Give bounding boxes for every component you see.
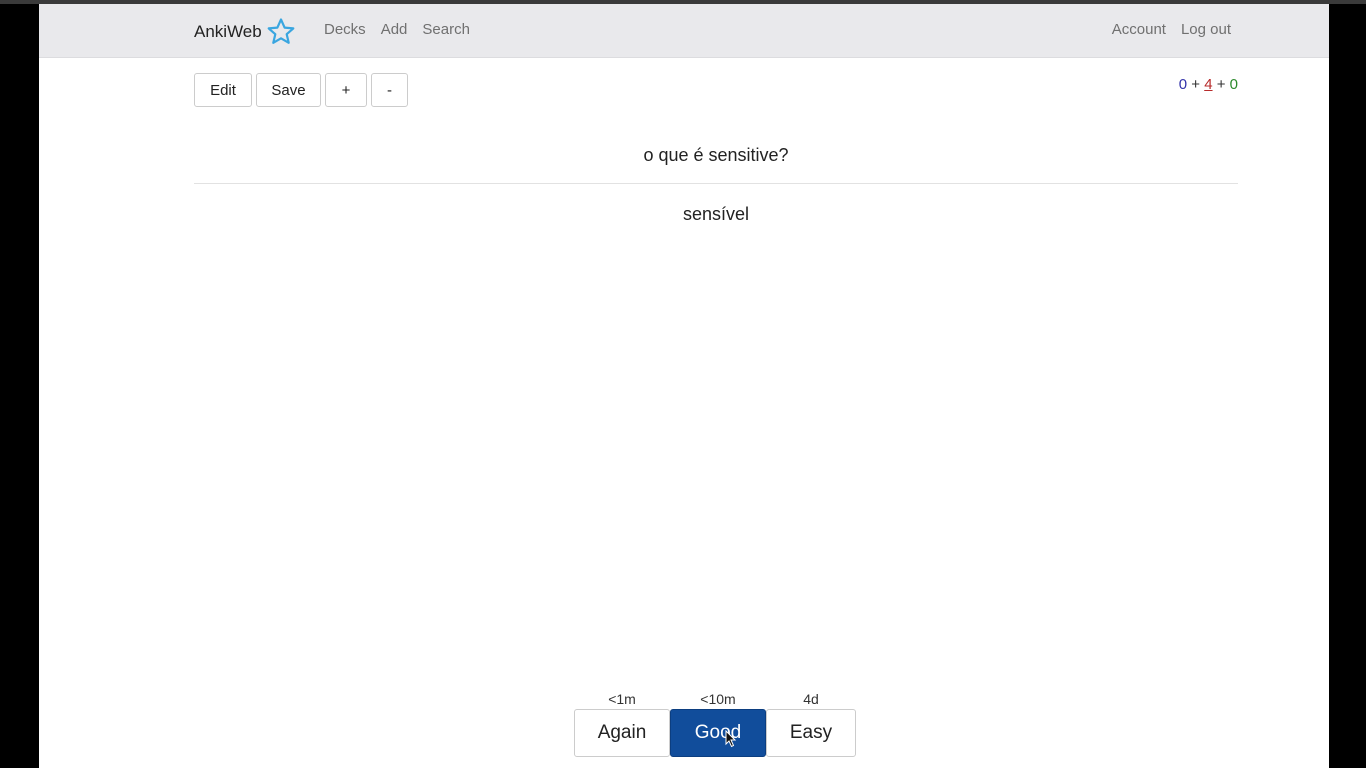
answer-divider xyxy=(194,183,1238,184)
again-button[interactable]: Again xyxy=(574,709,670,757)
learning-count: 4 xyxy=(1204,76,1213,93)
nav-decks[interactable]: Decks xyxy=(324,21,366,38)
ankiweb-page: AnkiWeb Decks Add Search Account Log out… xyxy=(39,4,1329,768)
star-icon xyxy=(266,17,296,47)
nav-logout[interactable]: Log out xyxy=(1181,21,1231,38)
easy-button[interactable]: Easy xyxy=(766,709,856,757)
count-separator: + xyxy=(1191,76,1201,93)
again-interval: <1m xyxy=(608,691,636,707)
card-answer: sensível xyxy=(682,204,750,224)
ease-easy-group: 4d Easy xyxy=(766,690,856,757)
card-question: o que é sensitive? xyxy=(643,145,789,165)
zoom-in-button[interactable]: + xyxy=(325,73,367,107)
ease-good-group: <10m Good xyxy=(670,690,766,757)
count-separator: + xyxy=(1216,76,1226,93)
card-toolbar: Edit Save + - xyxy=(194,73,408,107)
ease-again-group: <1m Again xyxy=(574,690,670,757)
due-counts: 0 + 4 + 0 xyxy=(1179,76,1238,93)
save-button[interactable]: Save xyxy=(256,73,321,107)
zoom-out-button[interactable]: - xyxy=(371,73,408,107)
review-count: 0 xyxy=(1229,76,1238,93)
main-nav: Decks Add Search xyxy=(324,21,470,38)
mouse-pointer-icon xyxy=(725,729,737,753)
new-count: 0 xyxy=(1178,76,1188,93)
nav-search[interactable]: Search xyxy=(422,21,470,38)
edit-button[interactable]: Edit xyxy=(194,73,252,107)
ease-buttons: <1m Again <10m Good 4d Easy xyxy=(574,690,856,757)
navbar: AnkiWeb Decks Add Search Account Log out xyxy=(39,4,1329,58)
nav-account[interactable]: Account xyxy=(1112,21,1166,38)
brand-name: AnkiWeb xyxy=(194,22,262,41)
brand-link[interactable]: AnkiWeb xyxy=(194,17,296,47)
account-nav: Account Log out xyxy=(1112,21,1231,38)
easy-interval: 4d xyxy=(803,691,819,707)
nav-add[interactable]: Add xyxy=(381,21,408,38)
good-interval: <10m xyxy=(700,691,736,707)
good-button[interactable]: Good xyxy=(670,709,766,757)
